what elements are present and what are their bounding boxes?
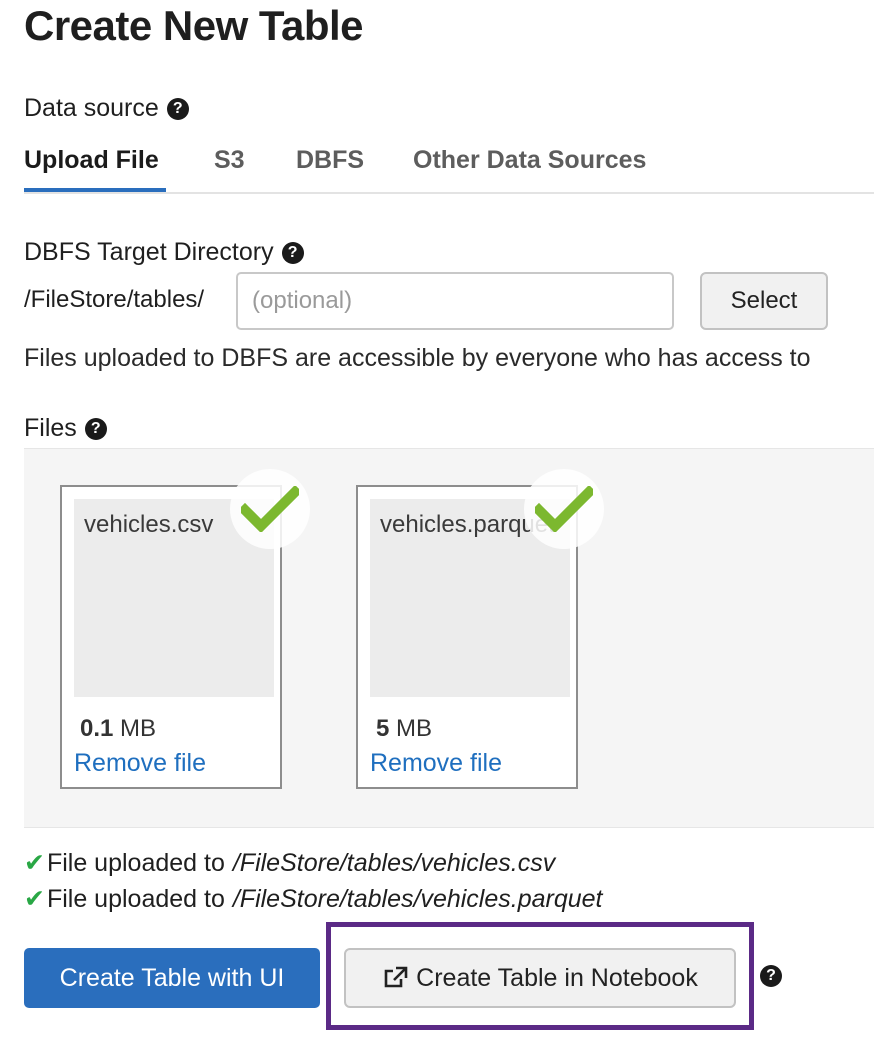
target-directory-prefix: /FileStore/tables/ (24, 286, 205, 313)
file-card: vehicles.csv 0.1 MB Remove file (60, 469, 310, 789)
check-icon (535, 486, 593, 532)
check-icon (241, 486, 299, 532)
tab-dbfs[interactable]: DBFS (296, 146, 364, 175)
target-directory-input[interactable] (236, 272, 674, 330)
tab-upload-file[interactable]: Upload File (24, 146, 159, 175)
create-table-in-notebook-label: Create Table in Notebook (416, 963, 698, 992)
create-table-in-notebook-button[interactable]: Create Table in Notebook (344, 948, 736, 1008)
check-icon: ✔ (24, 849, 45, 877)
file-name: vehicles.csv (84, 511, 214, 538)
status-prefix: File uploaded to (46, 848, 225, 877)
active-tab-indicator (24, 188, 166, 192)
remove-file-link[interactable]: Remove file (370, 749, 502, 778)
data-source-label-row: Data source ? (24, 94, 189, 123)
create-table-with-ui-button[interactable]: Create Table with UI (24, 948, 320, 1008)
tab-other-data-sources[interactable]: Other Data Sources (413, 146, 646, 175)
upload-status-line: ✔ File uploaded to /FileStore/tables/veh… (24, 884, 603, 914)
target-directory-label-row: DBFS Target Directory ? (24, 238, 304, 267)
upload-status-line: ✔ File uploaded to /FileStore/tables/veh… (24, 848, 555, 878)
question-circle-icon[interactable]: ? (84, 417, 107, 440)
files-label-row: Files ? (24, 414, 107, 443)
question-circle-icon[interactable]: ? (760, 965, 782, 987)
status-prefix: File uploaded to (46, 884, 225, 913)
tab-s3[interactable]: S3 (214, 146, 245, 175)
upload-success-badge (230, 469, 310, 549)
question-circle-icon[interactable]: ? (281, 241, 304, 264)
dbfs-access-note: Files uploaded to DBFS are accessible by… (24, 344, 811, 372)
remove-file-link[interactable]: Remove file (74, 749, 206, 778)
target-directory-label: DBFS Target Directory (24, 238, 274, 266)
status-path: /FileStore/tables/vehicles.csv (232, 848, 556, 877)
data-source-tabs: Upload File S3 DBFS Other Data Sources (24, 140, 874, 194)
page-title: Create New Table (24, 2, 364, 49)
upload-success-badge (524, 469, 604, 549)
question-circle-icon[interactable]: ? (166, 97, 189, 120)
file-card: vehicles.parquet 5 MB Remove file (356, 469, 604, 789)
external-link-icon (384, 966, 408, 988)
status-path: /FileStore/tables/vehicles.parquet (232, 884, 603, 913)
file-size: 0.1 MB (80, 715, 157, 742)
data-source-label: Data source (24, 94, 159, 122)
file-size: 5 MB (376, 715, 433, 742)
select-button[interactable]: Select (700, 272, 828, 330)
file-dropzone[interactable]: vehicles.csv 0.1 MB Remove file vehicles… (24, 448, 874, 828)
check-icon: ✔ (24, 885, 45, 913)
files-label: Files (24, 414, 77, 442)
